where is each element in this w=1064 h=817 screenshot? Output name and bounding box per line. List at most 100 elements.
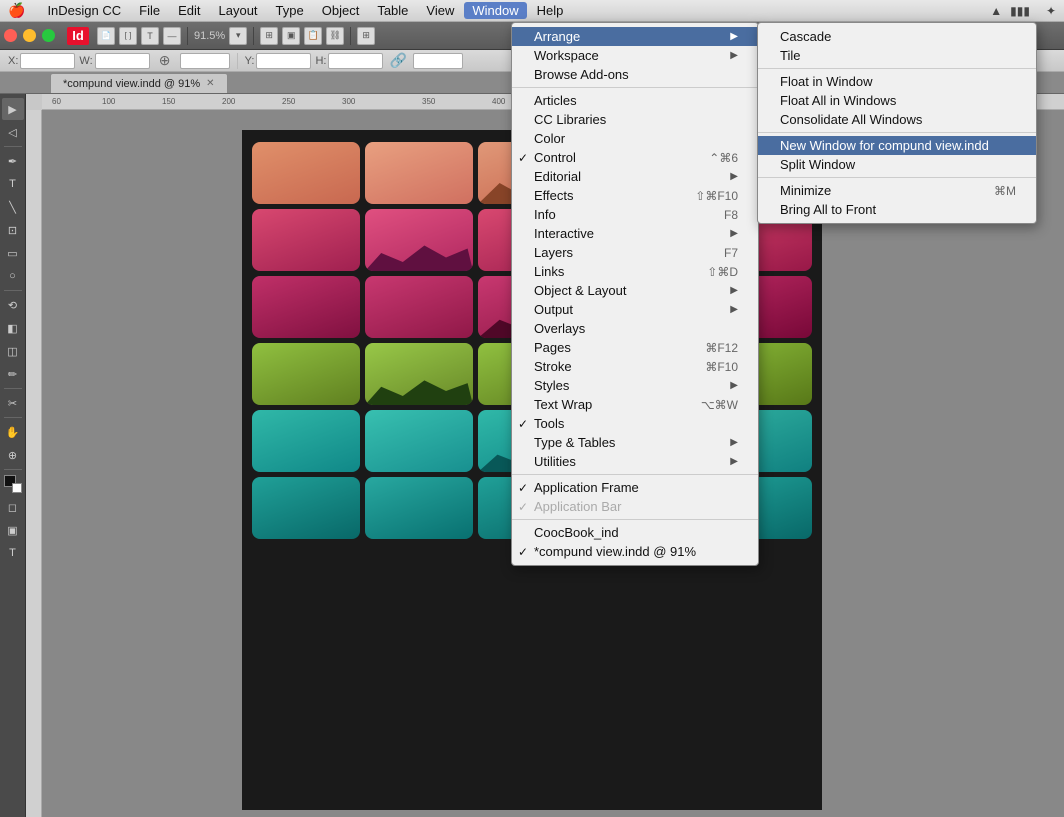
menu-item-new-window[interactable]: New Window for compund view.indd xyxy=(758,136,1036,155)
chain-icon-btn[interactable]: ⛓ xyxy=(326,27,344,45)
rect-frame-tool[interactable]: ⊡ xyxy=(2,219,24,241)
bracket-icon-btn[interactable]: [ ] xyxy=(119,27,137,45)
menu-item-tile[interactable]: Tile xyxy=(758,46,1036,65)
menu-window[interactable]: Window xyxy=(464,2,526,19)
apple-logo[interactable]: 🍎 xyxy=(8,2,25,19)
direct-selection-tool[interactable]: ◁ xyxy=(2,121,24,143)
T-icon-btn[interactable]: T xyxy=(141,27,159,45)
pen-tool[interactable]: ✒ xyxy=(2,150,24,172)
submenu-arrow-icon: ▶ xyxy=(730,437,738,448)
shear-input[interactable] xyxy=(413,53,463,69)
menu-item-object-layout[interactable]: Object & Layout ▶ xyxy=(512,281,758,300)
menu-bar-right: ▲ ▮▮▮ ✦ xyxy=(990,0,1056,22)
menu-item-label: Application Bar xyxy=(534,499,621,514)
doc-icon-btn2[interactable]: 📋 xyxy=(304,27,322,45)
grid-icon-btn[interactable]: ⊞ xyxy=(357,27,375,45)
menu-type[interactable]: Type xyxy=(268,2,312,19)
angle-input[interactable] xyxy=(180,53,230,69)
document-icon-btn[interactable]: 📄 xyxy=(97,27,115,45)
menu-item-textwrap[interactable]: Text Wrap ⌥⌘W xyxy=(512,395,758,414)
menu-layout[interactable]: Layout xyxy=(211,2,266,19)
menu-item-bring-front[interactable]: Bring All to Front xyxy=(758,200,1036,219)
menu-view[interactable]: View xyxy=(418,2,462,19)
close-button[interactable] xyxy=(4,29,17,42)
ellipse-tool[interactable]: ○ xyxy=(2,265,24,287)
menu-item-float-all[interactable]: Float All in Windows xyxy=(758,91,1036,110)
gradient-tool[interactable]: ◧ xyxy=(2,317,24,339)
menu-item-utilities[interactable]: Utilities ▶ xyxy=(512,452,758,471)
menu-item-tools[interactable]: Tools xyxy=(512,414,758,433)
menu-item-browse[interactable]: Browse Add-ons xyxy=(512,65,758,84)
T-btn[interactable]: T xyxy=(2,542,24,564)
scissors-tool[interactable]: ✂ xyxy=(2,392,24,414)
menu-help[interactable]: Help xyxy=(529,2,572,19)
menu-item-pages[interactable]: Pages ⌘F12 xyxy=(512,338,758,357)
menu-file[interactable]: File xyxy=(131,2,168,19)
ruler-vertical xyxy=(26,110,42,817)
menu-item-styles[interactable]: Styles ▶ xyxy=(512,376,758,395)
h-input[interactable] xyxy=(328,53,383,69)
menu-object[interactable]: Object xyxy=(314,2,368,19)
menu-item-color[interactable]: Color xyxy=(512,129,758,148)
type-tool[interactable]: T xyxy=(2,173,24,195)
menu-item-articles[interactable]: Articles xyxy=(512,91,758,110)
menu-item-appframe[interactable]: Application Frame xyxy=(512,478,758,497)
menu-item-effects[interactable]: Effects ⇧⌘F10 xyxy=(512,186,758,205)
layout-icon-btn[interactable]: ▣ xyxy=(282,27,300,45)
document-tab[interactable]: *compund view.indd @ 91% ✕ xyxy=(50,73,228,93)
menu-item-cclibraries[interactable]: CC Libraries xyxy=(512,110,758,129)
menu-item-links[interactable]: Links ⇧⌘D xyxy=(512,262,758,281)
selection-tool[interactable]: ▶ xyxy=(2,98,24,120)
line-tool[interactable]: ╲ xyxy=(2,196,24,218)
x-input[interactable] xyxy=(20,53,75,69)
transform-tool[interactable]: ⟲ xyxy=(2,294,24,316)
menu-item-editorial[interactable]: Editorial ▶ xyxy=(512,167,758,186)
w-input[interactable] xyxy=(95,53,150,69)
window-menu[interactable]: Arrange ▶ Workspace ▶ Browse Add-ons Art… xyxy=(511,22,759,566)
menu-item-stroke[interactable]: Stroke ⌘F10 xyxy=(512,357,758,376)
preview-mode-btn[interactable]: ▣ xyxy=(2,519,24,541)
menu-item-cascade[interactable]: Cascade xyxy=(758,27,1036,46)
tile xyxy=(365,410,473,472)
menu-item-label: *compund view.indd @ 91% xyxy=(534,544,696,559)
fill-stroke-widget[interactable] xyxy=(4,475,22,493)
tab-close-icon[interactable]: ✕ xyxy=(206,78,214,89)
id-logo: Id xyxy=(67,27,89,45)
menu-item-consolidate[interactable]: Consolidate All Windows xyxy=(758,110,1036,129)
chain-link-icon[interactable]: 🔗 xyxy=(387,52,409,70)
menu-item-layers[interactable]: Layers F7 xyxy=(512,243,758,262)
menu-item-output[interactable]: Output ▶ xyxy=(512,300,758,319)
menu-item-appbar[interactable]: Application Bar xyxy=(512,497,758,516)
y-input[interactable] xyxy=(256,53,311,69)
pencil-tool[interactable]: ✏ xyxy=(2,363,24,385)
menu-edit[interactable]: Edit xyxy=(170,2,208,19)
menu-item-control[interactable]: Control ⌃⌘6 xyxy=(512,148,758,167)
menu-item-float-window[interactable]: Float in Window xyxy=(758,72,1036,91)
menu-item-minimize[interactable]: Minimize ⌘M xyxy=(758,181,1036,200)
gradient-swatch-tool[interactable]: ◫ xyxy=(2,340,24,362)
dash-icon-btn[interactable]: — xyxy=(163,27,181,45)
menu-item-type-tables[interactable]: Type & Tables ▶ xyxy=(512,433,758,452)
link-proportions-icon[interactable]: ⊕ xyxy=(154,52,176,70)
wifi-icon: ▲ xyxy=(990,4,1002,18)
menu-item-info[interactable]: Info F8 xyxy=(512,205,758,224)
menu-table[interactable]: Table xyxy=(369,2,416,19)
rect-tool[interactable]: ▭ xyxy=(2,242,24,264)
hand-tool[interactable]: ✋ xyxy=(2,421,24,443)
menu-item-workspace[interactable]: Workspace ▶ xyxy=(512,46,758,65)
menu-item-overlays[interactable]: Overlays xyxy=(512,319,758,338)
normal-mode-btn[interactable]: ◻ xyxy=(2,496,24,518)
tile xyxy=(252,477,360,539)
arrange-submenu[interactable]: Cascade Tile Float in Window Float All i… xyxy=(757,22,1037,224)
menu-item-document[interactable]: *compund view.indd @ 91% xyxy=(512,542,758,561)
arrange-icon-btn[interactable]: ⊞ xyxy=(260,27,278,45)
menu-item-arrange[interactable]: Arrange ▶ xyxy=(512,27,758,46)
menu-item-interactive[interactable]: Interactive ▶ xyxy=(512,224,758,243)
maximize-button[interactable] xyxy=(42,29,55,42)
menu-item-coocbook[interactable]: CoocBook_ind xyxy=(512,523,758,542)
menu-item-split-window[interactable]: Split Window xyxy=(758,155,1036,174)
zoom-tool[interactable]: ⊕ xyxy=(2,444,24,466)
minimize-button[interactable] xyxy=(23,29,36,42)
menu-indesign[interactable]: InDesign CC xyxy=(39,2,129,19)
zoom-dropdown-btn[interactable]: ▾ xyxy=(229,27,247,45)
